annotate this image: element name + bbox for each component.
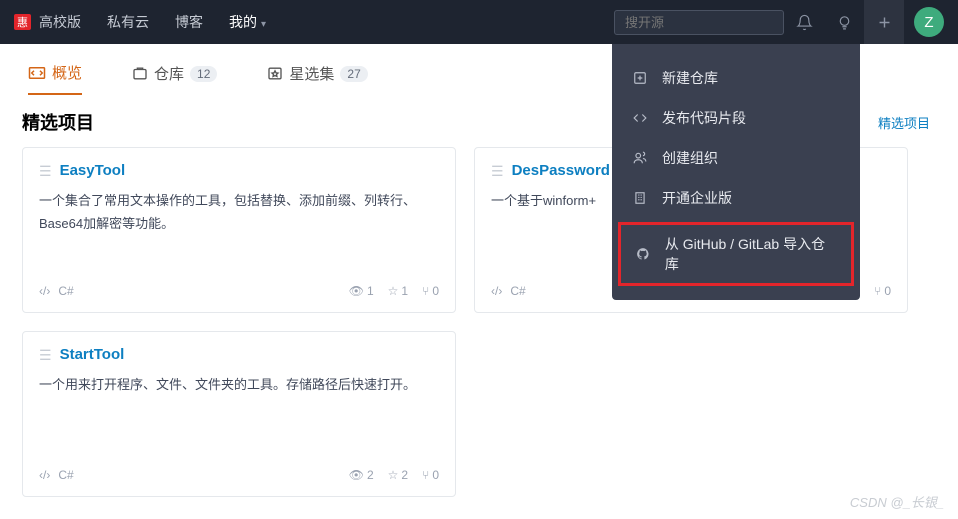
- bulb-icon[interactable]: [824, 0, 864, 44]
- stars-stat: ☆1: [388, 284, 408, 298]
- dropdown-label: 发布代码片段: [662, 108, 746, 128]
- tab-overview[interactable]: 概览: [28, 62, 82, 95]
- fork-icon: ⑂: [874, 284, 881, 298]
- topbar-actions: Z: [784, 0, 944, 44]
- code-icon: ‹/›: [39, 284, 50, 298]
- project-lang: ‹/› C#: [39, 468, 74, 482]
- watermark: CSDN @_长银_: [850, 492, 944, 511]
- views-stat: 👁1: [349, 284, 374, 298]
- project-desc: 一个集合了常用文本操作的工具，包括替换、添加前缀、列转行、Base64加解密等功…: [39, 189, 439, 284]
- tab-label: 仓库: [154, 63, 184, 84]
- users-icon: [632, 151, 648, 165]
- project-title[interactable]: EasyTool: [60, 162, 126, 179]
- section-link[interactable]: 精选项目: [878, 113, 930, 132]
- search-box: [614, 10, 784, 35]
- eye-icon: 👁: [349, 284, 364, 298]
- nav-campus[interactable]: 高校版: [39, 12, 81, 32]
- project-desc: 一个用来打开程序、文件、文件夹的工具。存储路径后快速打开。: [39, 373, 439, 468]
- dropdown-new-repo[interactable]: 新建仓库: [612, 58, 860, 98]
- drag-icon[interactable]: ☰: [491, 164, 504, 178]
- project-card: ☰ StartTool 一个用来打开程序、文件、文件夹的工具。存储路径后快速打开…: [22, 331, 456, 497]
- section-title: 精选项目: [22, 109, 94, 135]
- dropdown-label: 开通企业版: [662, 188, 732, 208]
- building-icon: [632, 191, 648, 205]
- forks-stat: ⑂0: [422, 468, 439, 482]
- nav-mine[interactable]: 我的▾: [229, 12, 266, 32]
- avatar[interactable]: Z: [914, 7, 944, 37]
- dropdown-new-org[interactable]: 创建组织: [612, 138, 860, 178]
- project-title[interactable]: DesPassword: [512, 162, 610, 179]
- dropdown-label: 从 GitHub / GitLab 导入仓库: [665, 234, 837, 274]
- project-title[interactable]: StartTool: [60, 346, 125, 363]
- drag-icon[interactable]: ☰: [39, 164, 52, 178]
- stars-stat: ☆2: [388, 468, 408, 482]
- code-icon: ‹/›: [491, 284, 502, 298]
- plus-button[interactable]: [864, 0, 904, 44]
- dropdown-import-repo[interactable]: 从 GitHub / GitLab 导入仓库: [618, 222, 854, 286]
- forks-stat: ⑂0: [874, 284, 891, 298]
- chevron-down-icon: ▾: [261, 19, 266, 30]
- star-icon: ☆: [388, 468, 399, 482]
- tab-label: 概览: [52, 62, 82, 83]
- drag-icon[interactable]: ☰: [39, 348, 52, 362]
- tab-repos[interactable]: 仓库 12: [132, 63, 217, 94]
- tab-starred[interactable]: 星选集 27: [267, 63, 367, 94]
- dropdown-label: 创建组织: [662, 148, 718, 168]
- star-collection-icon: [267, 66, 283, 81]
- fork-icon: ⑂: [422, 284, 429, 298]
- github-icon: [635, 247, 651, 261]
- tab-count: 12: [190, 66, 217, 82]
- code-icon: [632, 111, 648, 125]
- nav-blog[interactable]: 博客: [175, 12, 203, 32]
- dropdown-label: 新建仓库: [662, 68, 718, 88]
- dropdown-new-snippet[interactable]: 发布代码片段: [612, 98, 860, 138]
- code-icon: ‹/›: [39, 468, 50, 482]
- nav-private-cloud[interactable]: 私有云: [107, 12, 149, 32]
- project-lang: ‹/› C#: [491, 284, 526, 298]
- project-card: ☰ EasyTool 一个集合了常用文本操作的工具，包括替换、添加前缀、列转行、…: [22, 147, 456, 313]
- create-dropdown: 新建仓库 发布代码片段 创建组织 开通企业版 从 GitHub / GitLab…: [612, 44, 860, 300]
- plus-box-icon: [632, 71, 648, 85]
- bell-icon[interactable]: [784, 0, 824, 44]
- dropdown-enterprise[interactable]: 开通企业版: [612, 178, 860, 218]
- tab-count: 27: [340, 66, 367, 82]
- search-input[interactable]: [614, 10, 784, 35]
- project-lang: ‹/› C#: [39, 284, 74, 298]
- star-icon: ☆: [388, 284, 399, 298]
- overview-icon: [28, 66, 46, 80]
- promo-badge: 惠: [14, 14, 31, 30]
- forks-stat: ⑂0: [422, 284, 439, 298]
- eye-icon: 👁: [349, 468, 364, 482]
- repo-icon: [132, 66, 148, 81]
- tab-label: 星选集: [289, 63, 334, 84]
- views-stat: 👁2: [349, 468, 374, 482]
- topbar: 惠 高校版 私有云 博客 我的▾ Z: [0, 0, 958, 44]
- fork-icon: ⑂: [422, 468, 429, 482]
